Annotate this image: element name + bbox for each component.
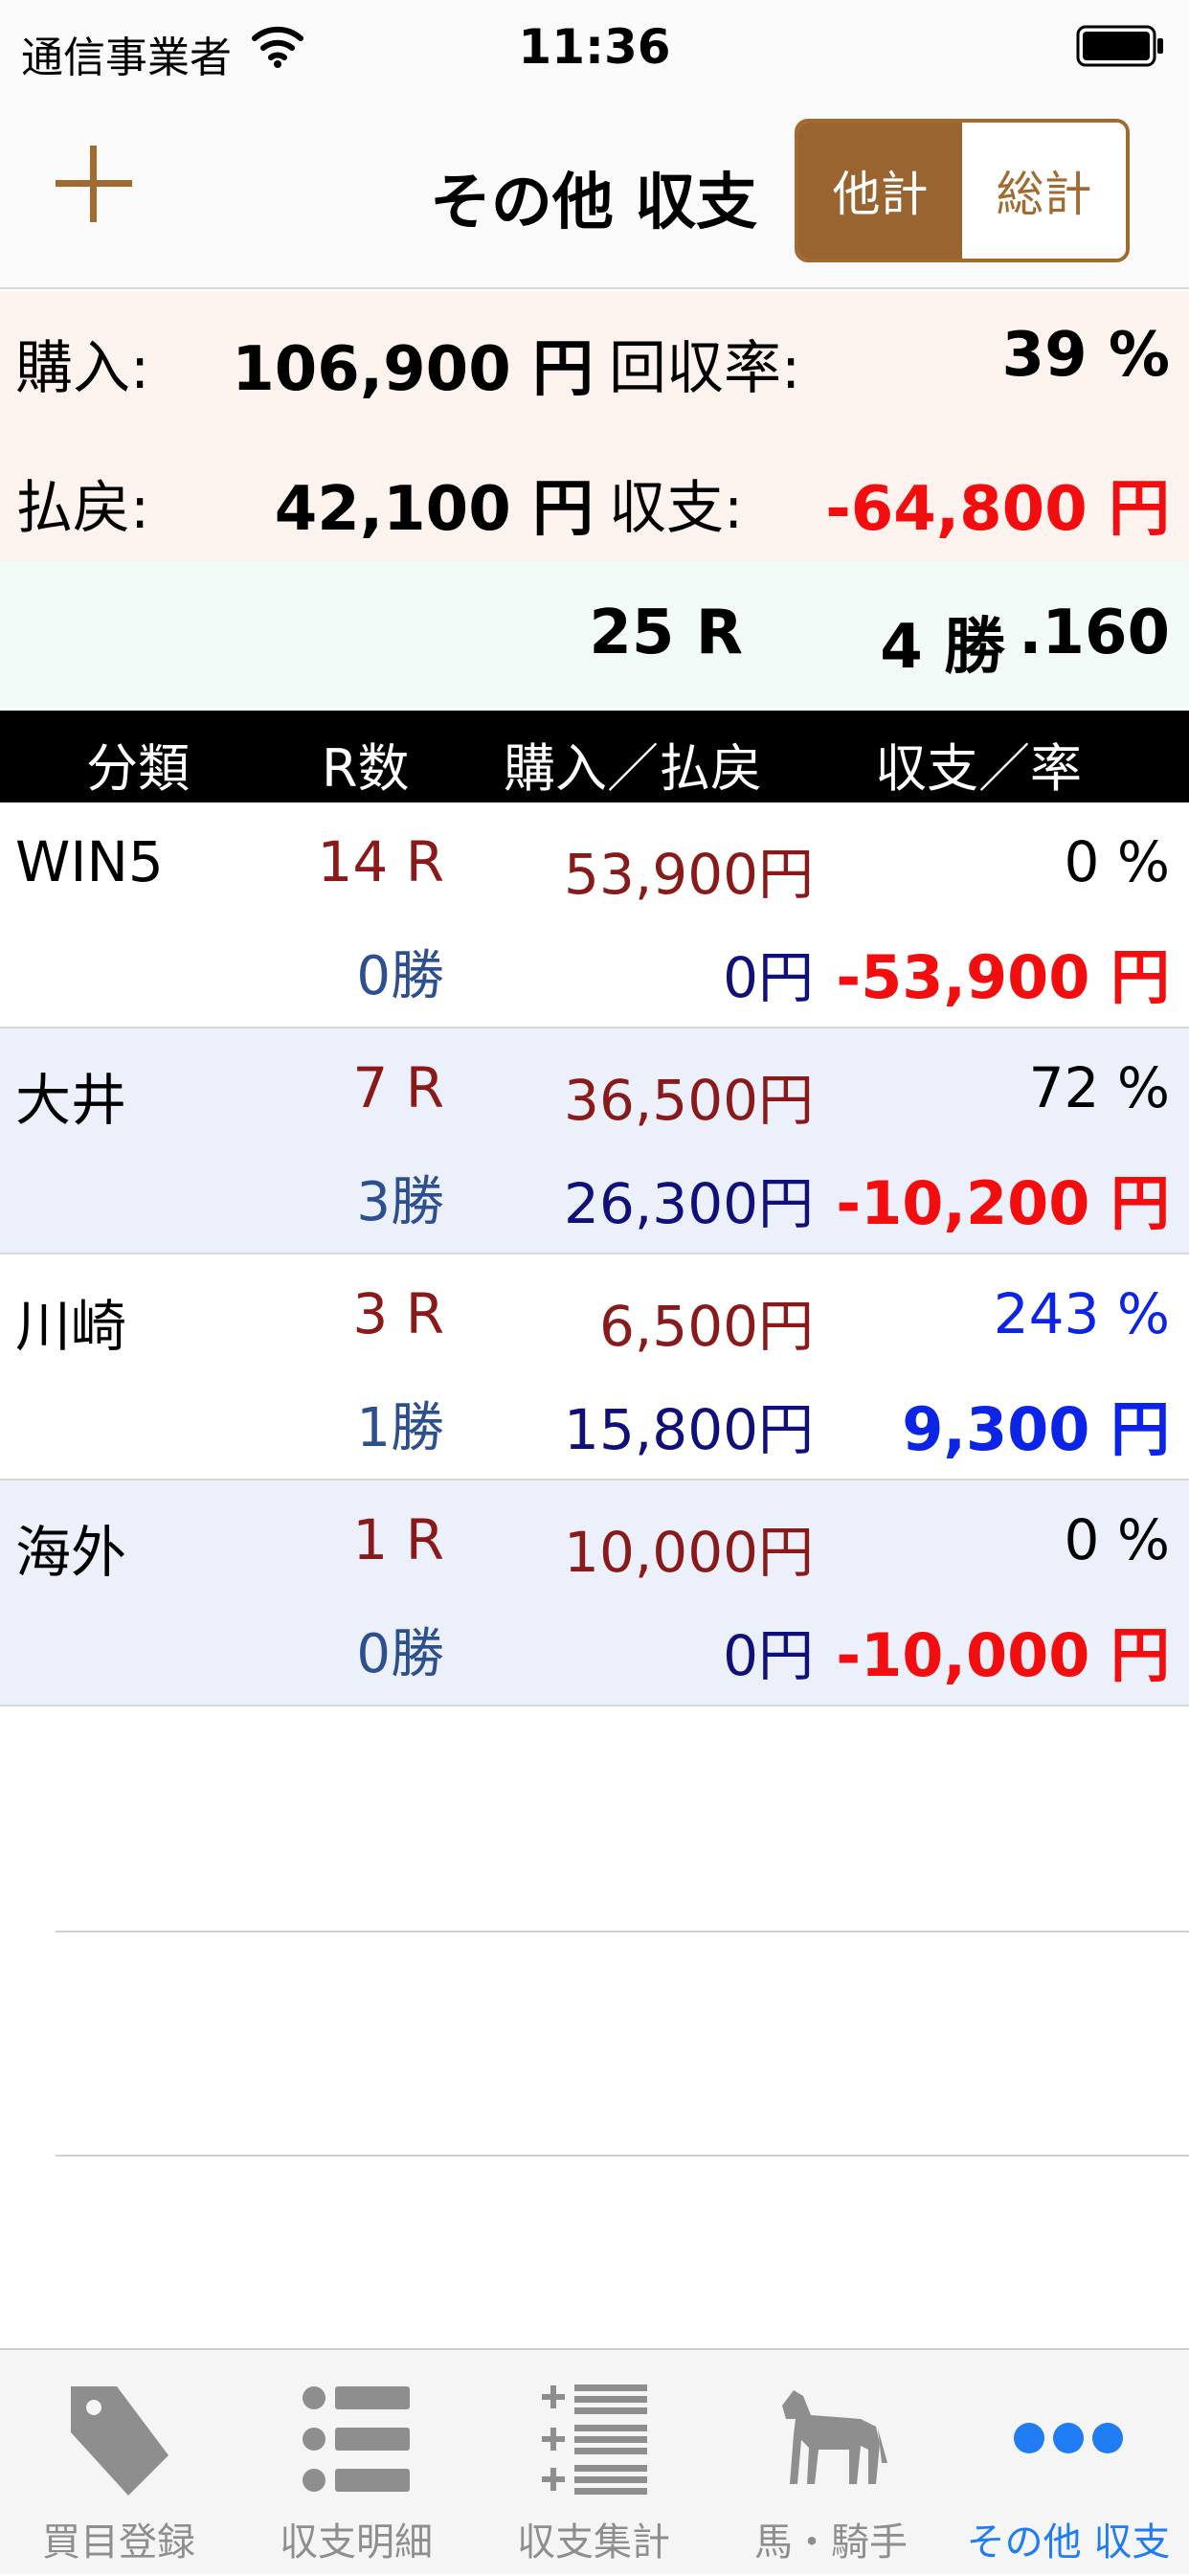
row-rate: 243 % <box>993 1281 1170 1346</box>
tab-label: その他 収支 <box>966 2520 1171 2565</box>
payout-label: 払戻: <box>15 475 150 542</box>
page-title: その他 収支 <box>429 168 758 238</box>
table-row-kawasaki[interactable]: 川崎 3 R 1勝 6,500円 15,800円 243 % 9,300 円 <box>0 1254 1189 1480</box>
header-races: R数 <box>322 738 410 799</box>
row-wins: 3勝 <box>356 1171 444 1233</box>
add-button[interactable] <box>56 146 132 222</box>
tab-label: 収支集計 <box>517 2520 670 2565</box>
row-races: 14 R <box>317 829 444 894</box>
win-rate: .160 <box>1019 598 1170 668</box>
balance-value: -64,800 円 <box>825 474 1170 545</box>
tab-horse-jockey[interactable]: 馬・騎手 <box>712 2350 950 2576</box>
table-row-overseas[interactable]: 海外 1 R 0勝 10,000円 0円 0 % -10,000 円 <box>0 1480 1189 1706</box>
row-purchase: 6,500円 <box>598 1294 814 1359</box>
segment-grand-total[interactable]: 総計 <box>962 123 1126 259</box>
row-balance: -53,900 円 <box>836 942 1170 1012</box>
empty-row-separator <box>56 2155 1189 2157</box>
tab-bet-entry[interactable]: 買目登録 <box>0 2350 237 2576</box>
tag-icon <box>71 2386 168 2496</box>
row-races: 1 R <box>352 1507 444 1572</box>
row-races: 7 R <box>352 1055 444 1120</box>
tab-label: 買目登録 <box>42 2520 195 2565</box>
row-payout: 15,800円 <box>564 1397 814 1462</box>
list-icon <box>303 2386 410 2492</box>
total-wins: 4 勝 <box>880 612 1005 683</box>
row-payout: 0円 <box>723 1623 814 1688</box>
purchase-value: 106,900 円 <box>232 334 594 405</box>
table-row-win5[interactable]: WIN5 14 R 0勝 53,900円 0円 0 % -53,900 円 <box>0 802 1189 1028</box>
status-time: 11:36 <box>518 19 671 75</box>
tab-bar: 買目登録 収支明細 収支集計 馬・騎手 その他 収支 <box>0 2348 1189 2574</box>
row-races: 3 R <box>352 1281 444 1346</box>
row-purchase: 36,500円 <box>564 1068 814 1133</box>
header-balance-rate: 収支／率 <box>875 738 1082 799</box>
row-purchase: 53,900円 <box>564 842 814 907</box>
row-balance: 9,300 円 <box>902 1394 1170 1464</box>
tab-other-balance[interactable]: その他 収支 <box>950 2350 1187 2576</box>
row-category: WIN5 <box>15 829 164 894</box>
row-payout: 0円 <box>723 945 814 1010</box>
return-rate-label: 回収率: <box>609 335 801 402</box>
more-icon <box>1014 2423 1123 2453</box>
row-rate: 0 % <box>1064 1507 1170 1572</box>
header-purchase-payout: 購入／払戻 <box>504 738 762 799</box>
balance-label: 収支: <box>609 475 744 542</box>
row-balance: -10,200 円 <box>836 1168 1170 1238</box>
row-category: 大井 <box>15 1068 127 1133</box>
row-rate: 0 % <box>1064 829 1170 894</box>
plus-list-icon <box>542 2384 647 2495</box>
row-rate: 72 % <box>1028 1055 1170 1120</box>
horse-icon <box>782 2390 887 2484</box>
row-balance: -10,000 円 <box>836 1620 1170 1690</box>
tab-balance-summary[interactable]: 収支集計 <box>475 2350 712 2576</box>
table-row-ooi[interactable]: 大井 7 R 3勝 36,500円 26,300円 72 % -10,200 円 <box>0 1028 1189 1254</box>
row-wins: 0勝 <box>356 945 444 1007</box>
tab-balance-details[interactable]: 収支明細 <box>237 2350 475 2576</box>
row-wins: 1勝 <box>356 1397 444 1459</box>
row-payout: 26,300円 <box>564 1171 814 1236</box>
row-category: 川崎 <box>15 1294 127 1359</box>
battery-icon <box>1076 25 1163 67</box>
segment-other-total[interactable]: 他計 <box>798 123 962 259</box>
tab-label: 馬・騎手 <box>754 2520 908 2565</box>
purchase-label: 購入: <box>15 335 150 402</box>
row-purchase: 10,000円 <box>564 1520 814 1585</box>
tab-label: 収支明細 <box>280 2520 433 2565</box>
empty-row-separator <box>56 1931 1189 1932</box>
payout-value: 42,100 円 <box>274 474 594 545</box>
scope-segmented-control[interactable]: 他計 総計 <box>795 119 1130 262</box>
header-category: 分類 <box>86 738 190 799</box>
row-category: 海外 <box>15 1520 127 1585</box>
table-header: 分類 R数 購入／払戻 収支／率 <box>0 711 1189 802</box>
row-wins: 0勝 <box>356 1623 444 1685</box>
total-races: 25 R <box>589 598 743 668</box>
return-rate-value: 39 % <box>1001 320 1170 391</box>
